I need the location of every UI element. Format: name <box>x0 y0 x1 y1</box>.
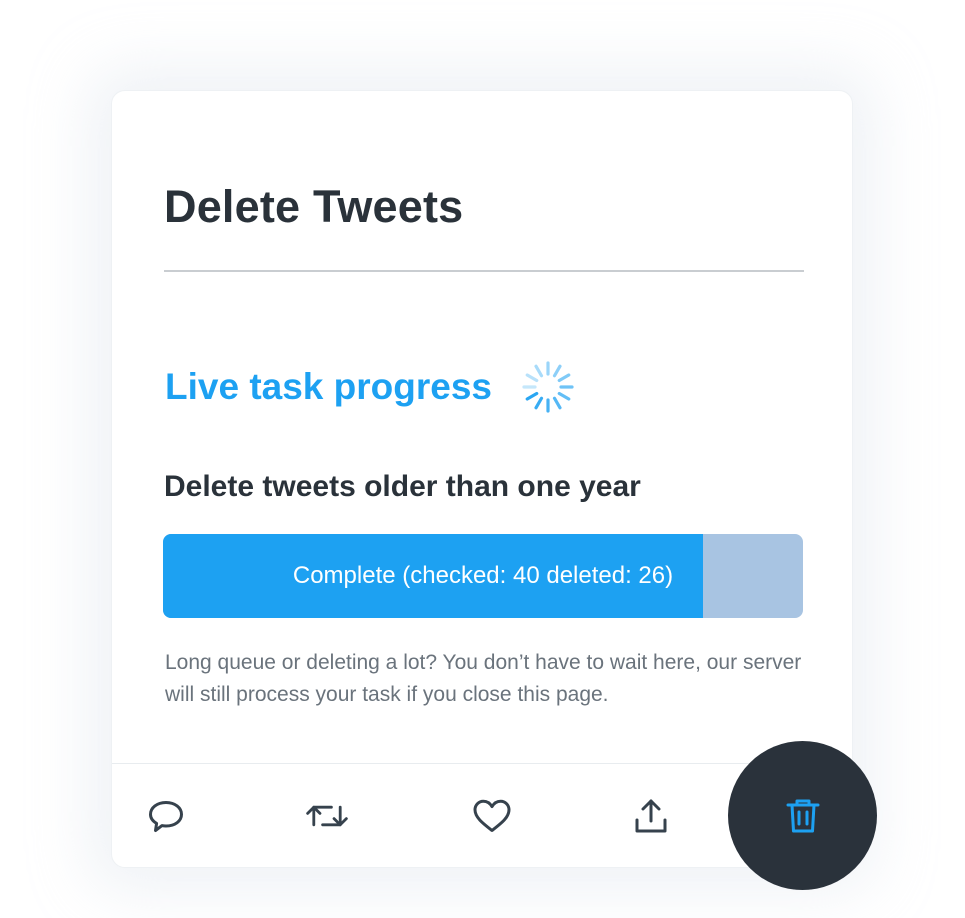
task-name: Delete tweets older than one year <box>164 470 641 503</box>
delete-tweets-card: Delete Tweets Live task progress Delete … <box>111 90 853 868</box>
title-divider <box>164 270 804 272</box>
spinner-tick <box>525 391 539 401</box>
like-icon <box>473 799 511 832</box>
page: Delete Tweets Live task progress Delete … <box>0 0 965 918</box>
spinner-tick <box>552 364 562 378</box>
spinner-tick <box>557 391 571 401</box>
spinner-tick <box>534 364 544 378</box>
share-icon <box>635 799 667 833</box>
task-progress-bar: Complete (checked: 40 deleted: 26) <box>163 534 803 618</box>
section-title: Live task progress <box>165 366 492 407</box>
retweet-icon <box>306 805 348 827</box>
retweet-button[interactable] <box>305 794 349 838</box>
page-title: Delete Tweets <box>164 181 464 232</box>
spinner-tick <box>525 373 539 383</box>
spinner-tick <box>534 396 544 410</box>
delete-tweets-button[interactable] <box>728 741 877 890</box>
trash-icon <box>786 799 819 832</box>
loading-spinner-icon <box>522 361 574 413</box>
spinner-tick <box>552 396 562 410</box>
background-processing-note: Long queue or deleting a lot? You don’t … <box>165 651 802 706</box>
progress-status-label: Complete (checked: 40 deleted: 26) <box>292 562 674 589</box>
spinner-tick <box>557 373 571 383</box>
like-button[interactable] <box>470 794 514 838</box>
share-button[interactable] <box>629 794 673 838</box>
reply-icon <box>149 801 183 832</box>
reply-button[interactable] <box>144 794 188 838</box>
